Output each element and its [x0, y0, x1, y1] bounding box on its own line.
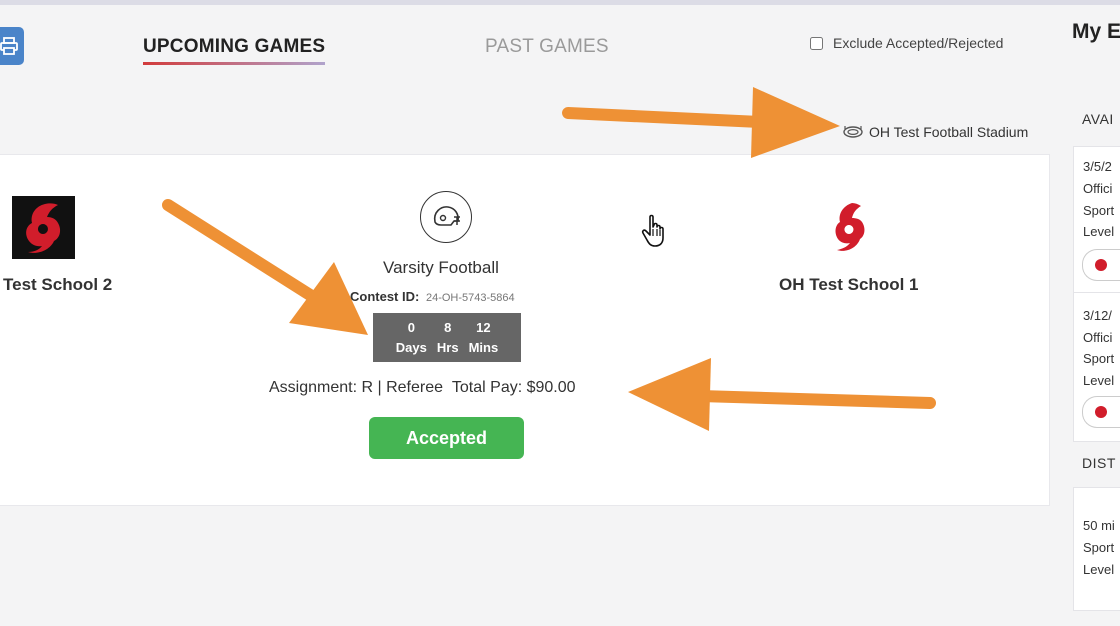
home-team-name: OH Test School 1 [779, 275, 919, 294]
countdown-mins-unit: Mins [468, 339, 499, 355]
assignment-text: Assignment: R | Referee [269, 379, 444, 396]
contest-id-row: Contest ID: 24-OH-5743-5864 [350, 289, 515, 304]
tab-upcoming-games[interactable]: UPCOMING GAMES [143, 36, 326, 65]
game-card [0, 154, 1050, 506]
home-team-logo [830, 201, 868, 253]
away-team-logo [12, 196, 75, 259]
available-2-level: Level [1083, 373, 1115, 388]
exclude-checkbox[interactable] [810, 36, 823, 50]
exclude-label: Exclude Accepted/Rejected [833, 35, 1004, 51]
available-1-action-pill[interactable] [1082, 249, 1120, 281]
distance-heading: DIST [1082, 455, 1116, 471]
distance-sport: Sport [1083, 540, 1115, 555]
sidebar-title: My E [1072, 20, 1120, 43]
venue[interactable]: OH Test Football Stadium [843, 124, 1028, 140]
contest-id-label: Contest ID: [350, 289, 420, 304]
top-border [0, 0, 1120, 5]
available-2-official: Offici [1083, 330, 1113, 345]
countdown-mins-value: 12 [476, 319, 491, 335]
available-2-date: 3/12/ [1083, 308, 1112, 323]
venue-name: OH Test Football Stadium [869, 124, 1029, 140]
active-tab-underline [143, 62, 326, 65]
stadium-icon [843, 126, 863, 138]
countdown-timer: 0 Days 8 Hrs 12 Mins [373, 313, 521, 362]
available-1-date: 3/5/2 [1083, 159, 1112, 174]
countdown-days: 0 Days [396, 318, 427, 358]
available-2-action-pill[interactable] [1082, 396, 1120, 428]
countdown-hours-unit: Hrs [436, 339, 459, 355]
countdown-days-value: 0 [407, 319, 415, 335]
exclude-filter[interactable]: Exclude Accepted/Rejected [810, 35, 1003, 51]
distance-radius: 50 mi [1083, 518, 1115, 533]
hand-cursor-icon [641, 214, 664, 247]
sport-name: Varsity Football [383, 258, 499, 277]
contest-id-value: 24-OH-5743-5864 [425, 292, 515, 304]
tab-upcoming-label: UPCOMING GAMES [143, 36, 326, 57]
accepted-status-button[interactable]: Accepted [369, 417, 524, 459]
tab-past-games[interactable]: PAST GAMES [485, 36, 609, 58]
sport-icon-circle [420, 191, 472, 243]
football-helmet-icon [433, 206, 460, 226]
status-dot [1095, 259, 1107, 271]
available-1-level: Level [1083, 224, 1115, 239]
status-dot [1095, 406, 1107, 418]
arrow-to-venue [562, 87, 840, 158]
hurricane-logo [26, 203, 61, 253]
countdown-hours-value: 8 [444, 319, 452, 335]
tab-past-label: PAST GAMES [485, 36, 609, 57]
available-1-sport: Sport [1083, 203, 1115, 218]
assignment-row: Assignment: R | Referee Total Pay: $90.0… [269, 379, 576, 397]
available-heading: AVAI [1082, 111, 1114, 127]
available-1-official: Offici [1083, 181, 1113, 196]
countdown-days-unit: Days [395, 339, 427, 355]
available-2-sport: Sport [1083, 351, 1115, 366]
countdown-hours: 8 Hrs [437, 318, 459, 358]
total-pay: Total Pay: $90.00 [451, 379, 576, 396]
print-button[interactable] [0, 27, 24, 65]
away-team-name: Test School 2 [3, 275, 113, 294]
hurricane-logo [835, 203, 865, 251]
countdown-mins: 12 Mins [469, 318, 499, 358]
distance-level: Level [1083, 562, 1115, 577]
print-icon [0, 37, 18, 55]
